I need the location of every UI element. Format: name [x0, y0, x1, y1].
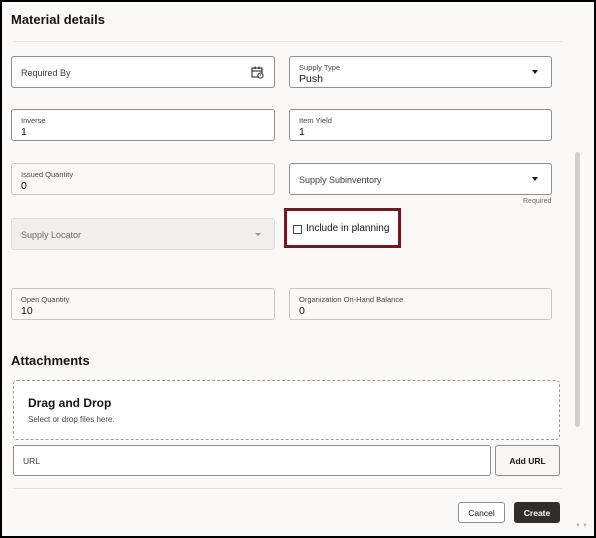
org-onhand-value: 0 — [299, 305, 305, 317]
footer-divider — [13, 488, 562, 489]
calendar-icon[interactable] — [251, 66, 264, 79]
open-quantity-field: Open Quantity 10 — [11, 288, 275, 320]
inverse-field[interactable]: Inverse 1 — [11, 109, 275, 141]
supply-type-select[interactable]: Supply Type Push — [289, 56, 552, 88]
issued-quantity-label: Issued Quantity — [21, 170, 74, 179]
item-yield-value: 1 — [299, 126, 305, 138]
issued-quantity-value: 0 — [21, 180, 27, 192]
include-in-planning-highlight: Include in planning — [284, 208, 401, 248]
add-url-button[interactable]: Add URL — [495, 445, 560, 476]
dropzone-title: Drag and Drop — [28, 396, 112, 410]
required-helper-text: Required — [523, 198, 552, 205]
dropzone-subtitle: Select or drop files here. — [28, 415, 115, 424]
supply-subinventory-label: Supply Subinventory — [299, 175, 382, 185]
dialog-frame: Material details Required By Supply Type… — [0, 0, 596, 538]
create-button[interactable]: Create — [514, 502, 560, 523]
attachments-heading: Attachments — [11, 353, 90, 368]
include-in-planning-checkbox[interactable] — [293, 225, 302, 234]
supply-locator-label: Supply Locator — [21, 230, 82, 240]
top-edge — [2, 2, 594, 4]
header-divider — [13, 41, 562, 42]
scroll-down-icon[interactable]: ▼▼ — [575, 523, 589, 529]
chevron-down-icon — [532, 177, 538, 181]
open-quantity-label: Open Quantity — [21, 295, 70, 304]
supply-type-value: Push — [299, 73, 323, 85]
url-placeholder: URL — [23, 456, 41, 466]
issued-quantity-field: Issued Quantity 0 — [11, 163, 275, 195]
required-by-field[interactable]: Required By — [11, 56, 275, 88]
supply-type-label: Supply Type — [299, 63, 341, 72]
material-details-heading: Material details — [11, 12, 105, 27]
file-dropzone[interactable]: Drag and Drop Select or drop files here. — [13, 380, 560, 440]
open-quantity-value: 10 — [21, 305, 33, 317]
inverse-label: Inverse — [21, 116, 46, 125]
supply-subinventory-select[interactable]: Supply Subinventory — [289, 163, 552, 195]
cancel-button[interactable]: Cancel — [458, 502, 505, 523]
item-yield-label: Item Yield — [299, 116, 332, 125]
chevron-down-icon — [532, 70, 538, 74]
inverse-value: 1 — [21, 126, 27, 138]
chevron-down-icon — [255, 233, 261, 236]
scrollbar-thumb[interactable] — [575, 152, 580, 427]
supply-locator-select: Supply Locator — [11, 218, 275, 250]
url-input[interactable]: URL — [13, 445, 491, 476]
include-in-planning-label[interactable]: Include in planning — [306, 223, 389, 234]
org-onhand-label: Organization On-Hand Balance — [299, 295, 404, 304]
item-yield-field[interactable]: Item Yield 1 — [289, 109, 552, 141]
org-onhand-balance-field: Organization On-Hand Balance 0 — [289, 288, 552, 320]
required-by-label: Required By — [21, 68, 71, 78]
